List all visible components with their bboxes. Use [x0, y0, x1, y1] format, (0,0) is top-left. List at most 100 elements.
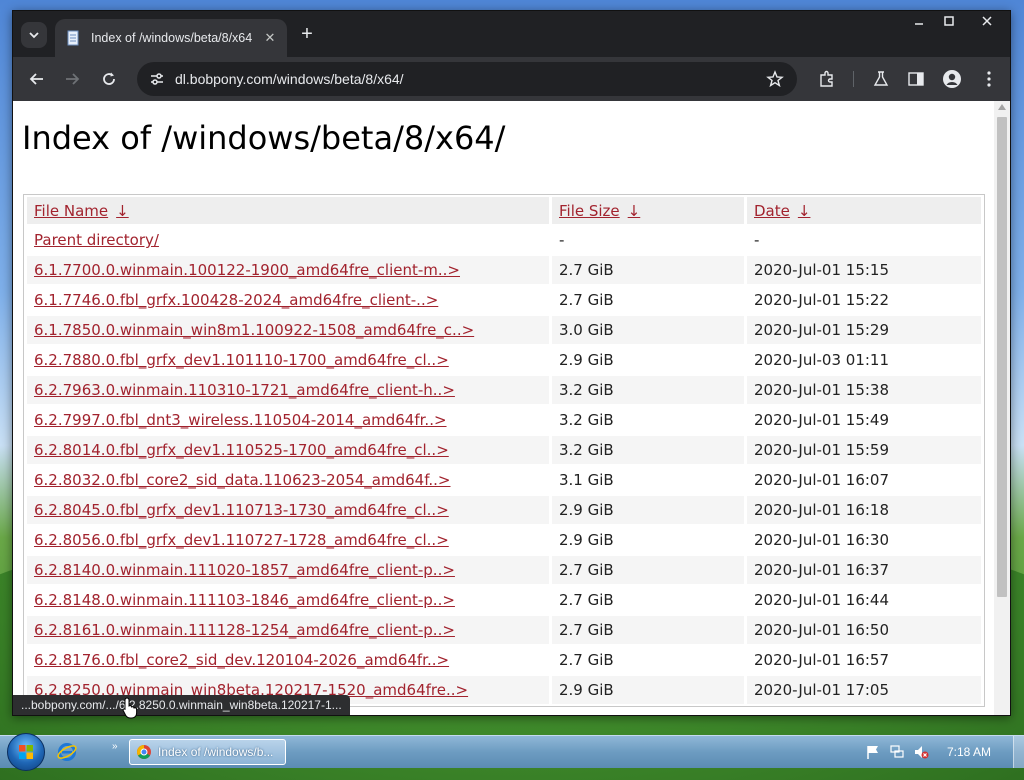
- profile-avatar-icon[interactable]: [940, 67, 964, 91]
- table-row: Parent directory/ - -: [27, 226, 981, 254]
- new-tab-button[interactable]: +: [297, 24, 317, 44]
- file-date-cell: 2020-Jul-01 16:50: [747, 616, 981, 644]
- side-panel-icon[interactable]: [904, 67, 928, 91]
- reload-button[interactable]: [97, 67, 121, 91]
- windows-logo-icon: [19, 745, 33, 759]
- file-link[interactable]: 6.2.8032.0.fbl_core2_sid_data.110623-205…: [34, 471, 451, 489]
- vertical-scrollbar[interactable]: [994, 101, 1010, 715]
- file-date-cell: 2020-Jul-01 15:15: [747, 256, 981, 284]
- file-size-cell: 2.9 GiB: [559, 531, 614, 549]
- maximize-button[interactable]: [934, 11, 964, 31]
- file-size-cell: 2.9 GiB: [552, 676, 744, 704]
- file-name-cell: 6.2.8148.0.winmain.111103-1846_amd64fre_…: [27, 586, 549, 614]
- volume-muted-icon[interactable]: [913, 744, 929, 760]
- maximize-icon: [944, 16, 954, 26]
- link-status-bubble: ...bobpony.com/.../6.2.8250.0.winmain_wi…: [13, 695, 350, 715]
- action-center-flag-icon[interactable]: [865, 744, 881, 760]
- file-size-cell: 2.7 GiB: [559, 651, 614, 669]
- close-window-button[interactable]: [964, 11, 1010, 31]
- file-size-cell: 3.2 GiB: [552, 376, 744, 404]
- network-icon[interactable]: [889, 744, 905, 760]
- minimize-icon: [915, 23, 923, 25]
- table-row: 6.2.8148.0.winmain.111103-1846_amd64fre_…: [27, 586, 981, 614]
- file-name-cell: 6.1.7746.0.fbl_grfx.100428-2024_amd64fre…: [27, 286, 549, 314]
- file-link[interactable]: 6.2.8056.0.fbl_grfx_dev1.110727-1728_amd…: [34, 531, 449, 549]
- tab-close-icon[interactable]: ✕: [261, 30, 279, 46]
- taskbar: » Index of /windows/b... 7:18 AM: [0, 733, 1024, 771]
- file-link[interactable]: 6.1.7700.0.winmain.100122-1900_amd64fre_…: [34, 261, 460, 279]
- file-name-cell: 6.2.8176.0.fbl_core2_sid_dev.120104-2026…: [27, 646, 549, 674]
- file-size-cell: -: [559, 231, 565, 249]
- table-row: 6.2.8032.0.fbl_core2_sid_data.110623-205…: [27, 466, 981, 494]
- file-link[interactable]: 6.2.8161.0.winmain.111128-1254_amd64fre_…: [34, 621, 455, 639]
- file-listing: File Name ↓ File Size ↓ Date ↓ Parent direc…: [23, 194, 985, 707]
- file-link[interactable]: 6.2.8148.0.winmain.111103-1846_amd64fre_…: [34, 591, 455, 609]
- window-controls: [904, 11, 1010, 31]
- file-name-cell: 6.2.8056.0.fbl_grfx_dev1.110727-1728_amd…: [27, 526, 549, 554]
- table-row: 6.2.8176.0.fbl_core2_sid_dev.120104-2026…: [27, 646, 981, 674]
- minimize-button[interactable]: [904, 11, 934, 31]
- file-name-cell: 6.2.7963.0.winmain.110310-1721_amd64fre_…: [27, 376, 549, 404]
- parent-directory-link[interactable]: Parent directory/: [34, 231, 159, 249]
- file-date-cell: 2020-Jul-01 15:22: [754, 291, 890, 309]
- file-link[interactable]: 6.2.8140.0.winmain.111020-1857_amd64fre_…: [34, 561, 455, 579]
- taskbar-browser-task[interactable]: Index of /windows/b...: [129, 739, 286, 765]
- tab-search-button[interactable]: [21, 22, 47, 48]
- file-link[interactable]: 6.2.7880.0.fbl_grfx_dev1.101110-1700_amd…: [34, 351, 449, 369]
- file-name-cell: 6.1.7700.0.winmain.100122-1900_amd64fre_…: [27, 256, 549, 284]
- internet-explorer-icon[interactable]: [56, 741, 78, 763]
- file-date-cell: 2020-Jul-01 15:29: [747, 316, 981, 344]
- start-button[interactable]: [7, 733, 45, 771]
- file-link[interactable]: 6.1.7746.0.fbl_grfx.100428-2024_amd64fre…: [34, 291, 438, 309]
- file-date-cell: 2020-Jul-03 01:11: [754, 351, 890, 369]
- file-link[interactable]: 6.2.8045.0.fbl_grfx_dev1.110713-1730_amd…: [34, 501, 449, 519]
- show-desktop-button[interactable]: [1013, 736, 1024, 768]
- table-row: 6.2.8045.0.fbl_grfx_dev1.110713-1730_amd…: [27, 496, 981, 524]
- sort-by-name-link[interactable]: File Name ↓: [34, 202, 129, 220]
- more-menu-icon[interactable]: [977, 67, 1001, 91]
- table-row: 6.2.8056.0.fbl_grfx_dev1.110727-1728_amd…: [27, 526, 981, 554]
- close-icon: [982, 16, 992, 26]
- file-name-cell: 6.1.7850.0.winmain_win8m1.100922-1508_am…: [27, 316, 549, 344]
- table-row: 6.2.8140.0.winmain.111020-1857_amd64fre_…: [27, 556, 981, 584]
- hand-pointer-cursor-icon: [122, 697, 138, 719]
- header-date: Date ↓: [747, 197, 981, 224]
- file-link[interactable]: 6.2.8014.0.fbl_grfx_dev1.110525-1700_amd…: [34, 441, 449, 459]
- file-link[interactable]: 6.2.7997.0.fbl_dnt3_wireless.110504-2014…: [34, 411, 447, 429]
- taskbar-clock[interactable]: 7:18 AM: [947, 745, 991, 759]
- back-button[interactable]: [25, 67, 49, 91]
- file-date-cell: 2020-Jul-01 16:30: [754, 531, 890, 549]
- file-name-cell: 6.2.8045.0.fbl_grfx_dev1.110713-1730_amd…: [27, 496, 549, 524]
- sort-arrow-icon: ↓: [797, 201, 811, 220]
- file-link[interactable]: 6.2.8176.0.fbl_core2_sid_dev.120104-2026…: [34, 651, 449, 669]
- scrollbar-thumb[interactable]: [997, 117, 1007, 597]
- system-tray: 7:18 AM: [865, 736, 1024, 768]
- tab-strip: Index of /windows/beta/8/x64 ✕ +: [13, 11, 1010, 57]
- scroll-up-arrow-icon[interactable]: [998, 104, 1006, 110]
- quicklaunch-chevron-icon[interactable]: »: [112, 741, 118, 752]
- tab-active[interactable]: Index of /windows/beta/8/x64 ✕: [55, 19, 287, 57]
- file-date-cell: 2020-Jul-01 15:59: [747, 436, 981, 464]
- file-link[interactable]: 6.1.7850.0.winmain_win8m1.100922-1508_am…: [34, 321, 474, 339]
- document-icon: [67, 30, 79, 46]
- file-date-cell: 2020-Jul-01 15:38: [747, 376, 981, 404]
- address-bar[interactable]: dl.bobpony.com/windows/beta/8/x64/: [137, 62, 797, 96]
- table-row: 6.2.8014.0.fbl_grfx_dev1.110525-1700_amd…: [27, 436, 981, 464]
- forward-button[interactable]: [60, 67, 84, 91]
- file-name-cell: 6.2.8014.0.fbl_grfx_dev1.110525-1700_amd…: [27, 436, 549, 464]
- file-date-cell: 2020-Jul-01 15:49: [754, 411, 890, 429]
- labs-flask-icon[interactable]: [869, 67, 893, 91]
- sort-by-size-link[interactable]: File Size ↓: [559, 202, 640, 220]
- taskbar-task-label: Index of /windows/b...: [158, 745, 274, 759]
- file-size-cell: 3.1 GiB: [559, 471, 614, 489]
- sort-by-date-link[interactable]: Date ↓: [754, 202, 810, 220]
- table-row: 6.2.7880.0.fbl_grfx_dev1.101110-1700_amd…: [27, 346, 981, 374]
- extensions-icon[interactable]: [815, 67, 839, 91]
- site-info-icon[interactable]: [147, 69, 167, 89]
- file-size-cell: 3.2 GiB: [552, 436, 744, 464]
- file-size-cell: 2.7 GiB: [552, 256, 744, 284]
- table-row: 6.2.8161.0.winmain.111128-1254_amd64fre_…: [27, 616, 981, 644]
- file-date-cell: 2020-Jul-01 16:07: [754, 471, 890, 489]
- bookmark-star-icon[interactable]: [765, 69, 785, 89]
- file-link[interactable]: 6.2.7963.0.winmain.110310-1721_amd64fre_…: [34, 381, 455, 399]
